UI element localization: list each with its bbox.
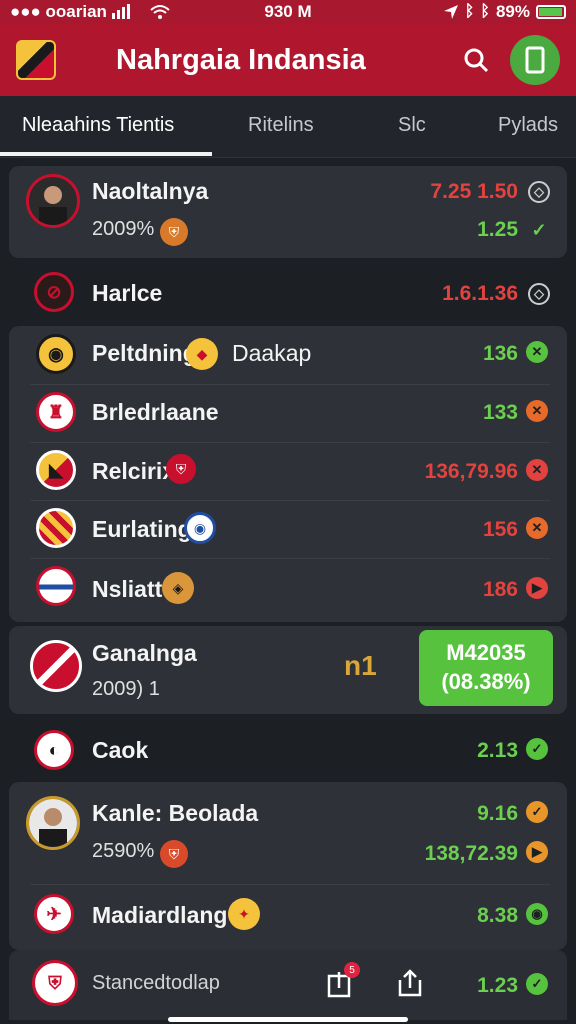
share-button[interactable]: 5 (326, 962, 360, 998)
signal-icon (111, 4, 130, 19)
odds-value[interactable]: 1.6.1.36 (400, 282, 518, 306)
search-button[interactable] (456, 40, 496, 80)
team-name: Ganalnga (92, 640, 197, 666)
odds-value[interactable]: 7.25 1.50 (400, 180, 518, 204)
status-icon[interactable]: ✓ (526, 973, 548, 995)
status-icon[interactable]: ✕ (526, 400, 548, 422)
team-name: Madiardlang (92, 902, 228, 928)
team-name: Relcirix (92, 458, 176, 484)
notification-badge: 5 (344, 962, 360, 978)
status-icon[interactable]: ◉ (526, 903, 548, 925)
team-name: Caok (92, 737, 149, 763)
status-icon[interactable]: ▶ (526, 841, 548, 863)
home-indicator[interactable] (168, 1017, 408, 1022)
diamond-icon[interactable]: ◇ (528, 181, 550, 203)
diamond-icon[interactable]: ◇ (528, 283, 550, 305)
team-badge-icon: ⛨ (160, 840, 188, 868)
tab-ritelins[interactable]: Ritelins (248, 114, 314, 137)
app-logo (16, 40, 56, 80)
odds-value[interactable]: 136,79.96 (400, 460, 518, 484)
odds-value[interactable]: 186 (400, 578, 518, 602)
team-name: Eurlating (92, 516, 192, 542)
team-crest-icon: ✈ (34, 894, 74, 934)
status-icon[interactable]: ✕ (526, 459, 548, 481)
odds-value[interactable]: 136 (400, 342, 518, 366)
team-badge-icon: ◉ (184, 512, 216, 544)
team-badge-icon: ⛨ (160, 218, 188, 246)
tab-slc[interactable]: Slc (398, 114, 426, 137)
team-name: Brledrlaane (92, 399, 219, 425)
players-icon: n1 (344, 650, 377, 681)
app-header: Nahrgaia Indansia (0, 24, 576, 96)
app-crest-icon[interactable]: ⛨ (32, 960, 78, 1006)
team-badge-icon: ✦ (228, 898, 260, 930)
bet-button-percent: (08.38%) (441, 669, 531, 694)
odds-value[interactable]: 9.16 (400, 802, 518, 826)
tab-pylads[interactable]: Pylads (498, 114, 558, 137)
player-avatar (26, 796, 80, 850)
bet-button-value: M42035 (446, 640, 526, 666)
status-time: 930 M (264, 2, 312, 21)
bluetooth-icon: ᛒ (464, 3, 475, 20)
status-icon[interactable]: ✓ (526, 738, 548, 760)
player-name: Kanle: Beolada (92, 800, 259, 826)
player-stat: 2009% (92, 218, 155, 240)
team-name: Peltdning (92, 340, 197, 366)
team-crest-icon: ♜ (36, 392, 76, 432)
location-icon (443, 5, 458, 19)
team-crest-icon (36, 508, 76, 548)
battery-percent: 89% (495, 2, 530, 21)
team-name: Nsliatt (92, 576, 163, 602)
page-title: Nahrgaia Indansia (116, 43, 366, 76)
team-crest-icon (36, 566, 76, 606)
team-crest-icon: ◐ (34, 730, 74, 770)
team-badge-icon: ◆ (186, 338, 218, 370)
odds-value[interactable]: 133 (400, 401, 518, 425)
tab-nleaahins-tientis[interactable]: Nleaahins Tientis (22, 114, 174, 137)
odds-value[interactable]: 2.13 (400, 739, 518, 763)
status-bar: ●●● ooarian 930 M ᛒ ᛒ 89% (0, 0, 576, 24)
bottom-label[interactable]: Stancedtodlap (92, 972, 220, 995)
phone-button[interactable] (510, 35, 560, 85)
status-icon[interactable]: ✕ (526, 341, 548, 363)
team-crest-icon: ◣ (36, 450, 76, 490)
team-stat: 2009) 1 (92, 678, 160, 700)
team-badge-icon: ◈ (162, 572, 194, 604)
team-crest-icon: ⊘ (34, 272, 74, 312)
team-badge-icon: ⛨ (166, 454, 196, 484)
team-crest-icon: ◉ (36, 334, 76, 374)
wifi-icon (150, 5, 170, 19)
team-name: Harlce (92, 280, 163, 306)
bet-button[interactable]: M42035 (08.38%) (419, 630, 553, 706)
team-crest-icon (30, 640, 82, 692)
player-stat: 2590% (92, 840, 155, 862)
odds-value[interactable]: 1.23 (400, 974, 518, 998)
player-name: Naoltalnya (92, 178, 209, 204)
search-icon (464, 48, 489, 73)
active-tab-indicator (0, 152, 212, 156)
odds-value[interactable]: 138,72.39 (370, 842, 518, 866)
phone-icon (525, 46, 545, 74)
check-icon: ✓ (531, 219, 547, 240)
odds-value[interactable]: 8.38 (400, 904, 518, 928)
opponent-name: Daakap (232, 340, 312, 366)
carrier-label: ●●● ooarian (10, 2, 107, 21)
status-icon[interactable]: ▶ (526, 577, 548, 599)
bluetooth-icon-2: ᛒ (480, 3, 490, 20)
battery-icon (536, 5, 566, 19)
status-icon[interactable]: ✓ (526, 801, 548, 823)
tab-bar: Nleaahins Tientis Ritelins Slc Pylads (0, 96, 576, 158)
odds-value[interactable]: 156 (400, 518, 518, 542)
odds-value[interactable]: 1.25 (400, 218, 518, 242)
player-avatar (26, 174, 80, 228)
status-icon[interactable]: ✕ (526, 517, 548, 539)
